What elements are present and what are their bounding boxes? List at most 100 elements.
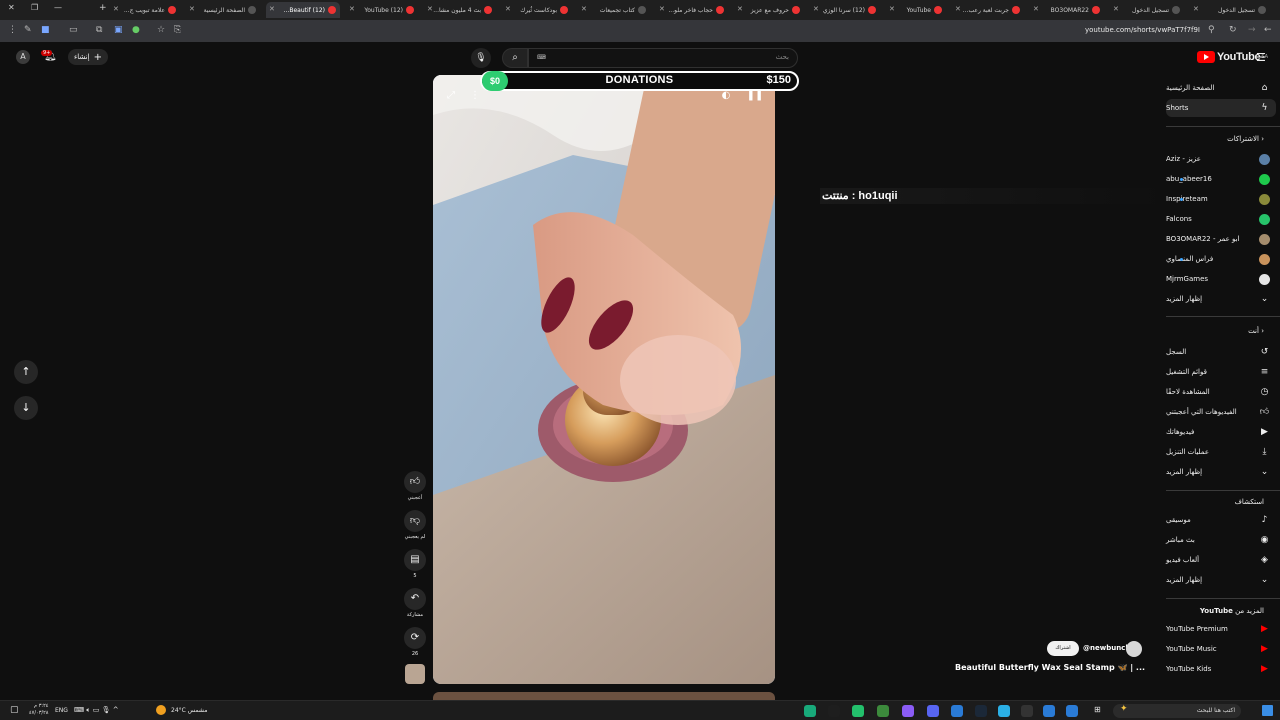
short-video-player[interactable]: ⤢ ⋮ ◐ ❚❚ — [433, 75, 775, 684]
minimize-window-icon[interactable]: — — [54, 3, 62, 12]
taskbar-app-icon[interactable] — [927, 705, 939, 717]
close-tab-icon[interactable]: ✕ — [189, 5, 195, 13]
browser-tab[interactable]: الصفحة الرئيسية ✕ — [186, 2, 260, 18]
menu-hamburger-icon[interactable]: ☰ — [1256, 51, 1266, 64]
subscribe-button[interactable]: اشتراك — [1047, 641, 1079, 656]
taskbar-app-icon[interactable] — [975, 705, 987, 717]
sidebar-item[interactable]: abu_abeer16 — [1166, 170, 1276, 188]
close-tab-icon[interactable]: ✕ — [1193, 5, 1199, 13]
you-heading[interactable]: أنت › — [1166, 327, 1276, 335]
start-windows-icon[interactable] — [1262, 705, 1273, 716]
create-button[interactable]: إنشاء + — [68, 49, 108, 65]
close-tab-icon[interactable]: ✕ — [813, 5, 819, 13]
browser-tab[interactable]: YouTube ✕ — [886, 2, 946, 18]
extension-icon[interactable]: ■ — [41, 25, 50, 35]
taskbar-app-icon[interactable] — [1066, 705, 1078, 717]
browser-tab[interactable]: كتاب تجميعات ✕ — [578, 2, 650, 18]
sidebar-item[interactable]: MjrmGames — [1166, 270, 1276, 288]
share-action[interactable]: ↶ مشاركة — [403, 588, 427, 618]
sidebar-item-home[interactable]: ⌂ الصفحة الرئيسية — [1166, 79, 1276, 97]
taskbar-search-input[interactable]: اكتب هنا للبحث — [1113, 704, 1241, 718]
close-tab-icon[interactable]: ✕ — [1033, 5, 1039, 13]
more-options-icon[interactable]: ⋮ — [466, 87, 484, 105]
close-tab-icon[interactable]: ✕ — [955, 5, 961, 13]
sidebar-item[interactable]: ⌄ إظهار المزيد — [1166, 463, 1276, 481]
reload-icon[interactable]: ↻ — [1229, 25, 1237, 35]
close-window-icon[interactable]: ✕ — [8, 3, 15, 12]
browser-tab[interactable]: تسجيل الدخول ✕ — [1110, 2, 1184, 18]
taskbar-app-icon[interactable] — [804, 705, 816, 717]
extension-icon[interactable]: ✎ — [24, 25, 32, 35]
fullscreen-icon[interactable]: ⤢ — [442, 87, 460, 105]
close-tab-icon[interactable]: ✕ — [581, 5, 587, 13]
sidebar-item-shorts[interactable]: ϟ Shorts — [1166, 99, 1276, 117]
taskbar-app-icon[interactable] — [951, 705, 963, 717]
browser-tab[interactable]: علامة تبويب ج... ✕ — [110, 2, 180, 18]
browser-tab[interactable]: حروف مع عزيز ✕ — [734, 2, 804, 18]
search-input[interactable]: ⌨ بحث — [528, 48, 798, 68]
close-tab-icon[interactable]: ✕ — [659, 5, 665, 13]
profile-icon[interactable]: ● — [132, 25, 140, 35]
taskbar-app-icon[interactable] — [1021, 705, 1033, 717]
browser-tab[interactable]: (12) YouTube ✕ — [346, 2, 418, 18]
taskbar-app-icon[interactable] — [828, 705, 840, 717]
sidebar-item[interactable]: ▶ YouTube Music — [1166, 640, 1276, 658]
browser-tab[interactable]: BO3OMAR22 ✕ — [1030, 2, 1104, 18]
close-tab-icon[interactable]: ✕ — [113, 5, 119, 13]
bookmark-star-icon[interactable]: ☆ — [157, 25, 165, 35]
new-tab-button[interactable]: + — [99, 3, 107, 13]
sidebar-item[interactable]: ▶ فيديوهاتك — [1166, 423, 1276, 441]
browser-tab[interactable]: (12) Beautif... ✕ — [266, 2, 340, 18]
site-info-icon[interactable]: ⚲ — [1208, 25, 1215, 35]
sidebar-item[interactable]: ▶ YouTube Premium — [1166, 620, 1276, 638]
sidebar-item[interactable]: ◈ ألعاب فيديو — [1166, 551, 1276, 569]
channel-handle[interactable]: @newbunch — [1083, 644, 1130, 652]
browser-tab[interactable]: جربت لعبة رعب... ✕ — [952, 2, 1024, 18]
sidebar-item[interactable]: 👍︎ الفيديوهات التي أعجبتني — [1166, 403, 1276, 421]
sidebar-item[interactable]: فراس المنصاوي — [1166, 250, 1276, 268]
install-app-icon[interactable]: ⎘ — [174, 25, 181, 35]
sidebar-item[interactable]: Falcons — [1166, 210, 1276, 228]
sidebar-item[interactable]: ⌄ إظهار المزيد — [1166, 290, 1276, 308]
extensions-puzzle-icon[interactable]: ⧉ — [96, 25, 102, 35]
next-short-button[interactable]: ↓ — [14, 396, 38, 420]
comments-action[interactable]: ▤ 5 — [403, 549, 427, 579]
search-button[interactable]: ⌕ — [502, 48, 528, 68]
sidebar-item[interactable]: ⌄ إظهار المزيد — [1166, 571, 1276, 589]
tray-icons[interactable]: ⌨ 🔈︎ ▭ 🎙︎ ^ — [74, 706, 119, 715]
video-title[interactable]: Beautiful Butterfly Wax Seal Stamp 🦋 | .… — [955, 663, 1145, 672]
forward-icon[interactable]: → — [1248, 25, 1256, 35]
thumbs-up-icon[interactable]: 👍︎ — [404, 471, 426, 493]
account-avatar[interactable]: A — [16, 50, 30, 64]
browser-tab[interactable]: حجاب فاخر ملو... ✕ — [656, 2, 728, 18]
keyboard-icon[interactable]: ⌨ — [537, 54, 546, 61]
subscriptions-heading[interactable]: الاشتراكات › — [1166, 135, 1276, 143]
thumbs-down-icon[interactable]: 👎︎ — [404, 510, 426, 532]
close-tab-icon[interactable]: ✕ — [889, 5, 895, 13]
weather-text[interactable]: 24°C مشمس — [171, 707, 207, 714]
channel-avatar[interactable] — [1126, 641, 1142, 657]
browser-tab[interactable]: تسجيل الدخول ✕ — [1190, 2, 1270, 18]
sidebar-item[interactable]: ♪ موسيقى — [1166, 511, 1276, 529]
close-tab-icon[interactable]: ✕ — [269, 5, 275, 13]
notifications-icon[interactable]: ▢ — [10, 705, 19, 715]
taskbar-app-icon[interactable] — [852, 705, 864, 717]
close-tab-icon[interactable]: ✕ — [505, 5, 511, 13]
remix-icon[interactable]: ⟳ — [404, 627, 426, 649]
close-tab-icon[interactable]: ✕ — [1113, 5, 1119, 13]
close-tab-icon[interactable]: ✕ — [349, 5, 355, 13]
sidebar-item[interactable]: Inspireteam — [1166, 190, 1276, 208]
sidebar-item[interactable]: ⤓ عمليات التنزيل — [1166, 443, 1276, 461]
taskbar-app-icon[interactable] — [1043, 705, 1055, 717]
voice-search-icon[interactable]: 🎙︎ — [471, 48, 491, 68]
close-tab-icon[interactable]: ✕ — [737, 5, 743, 13]
browser-tab[interactable]: بودكاست ثُيرك ✕ — [502, 2, 572, 18]
translate-icon[interactable]: ▣ — [114, 25, 123, 35]
sidebar-icon[interactable]: ▭ — [69, 25, 78, 35]
comment-icon[interactable]: ▤ — [404, 549, 426, 571]
url-text[interactable]: youtube.com/shorts/vwPaT7f7f9I — [1085, 26, 1200, 34]
language-indicator[interactable]: ENG — [55, 707, 68, 714]
sidebar-item[interactable]: ↺ السجل — [1166, 343, 1276, 361]
task-view-icon[interactable]: ⊞ — [1094, 705, 1101, 714]
like-action[interactable]: 👍︎ أعجبني — [403, 471, 427, 501]
